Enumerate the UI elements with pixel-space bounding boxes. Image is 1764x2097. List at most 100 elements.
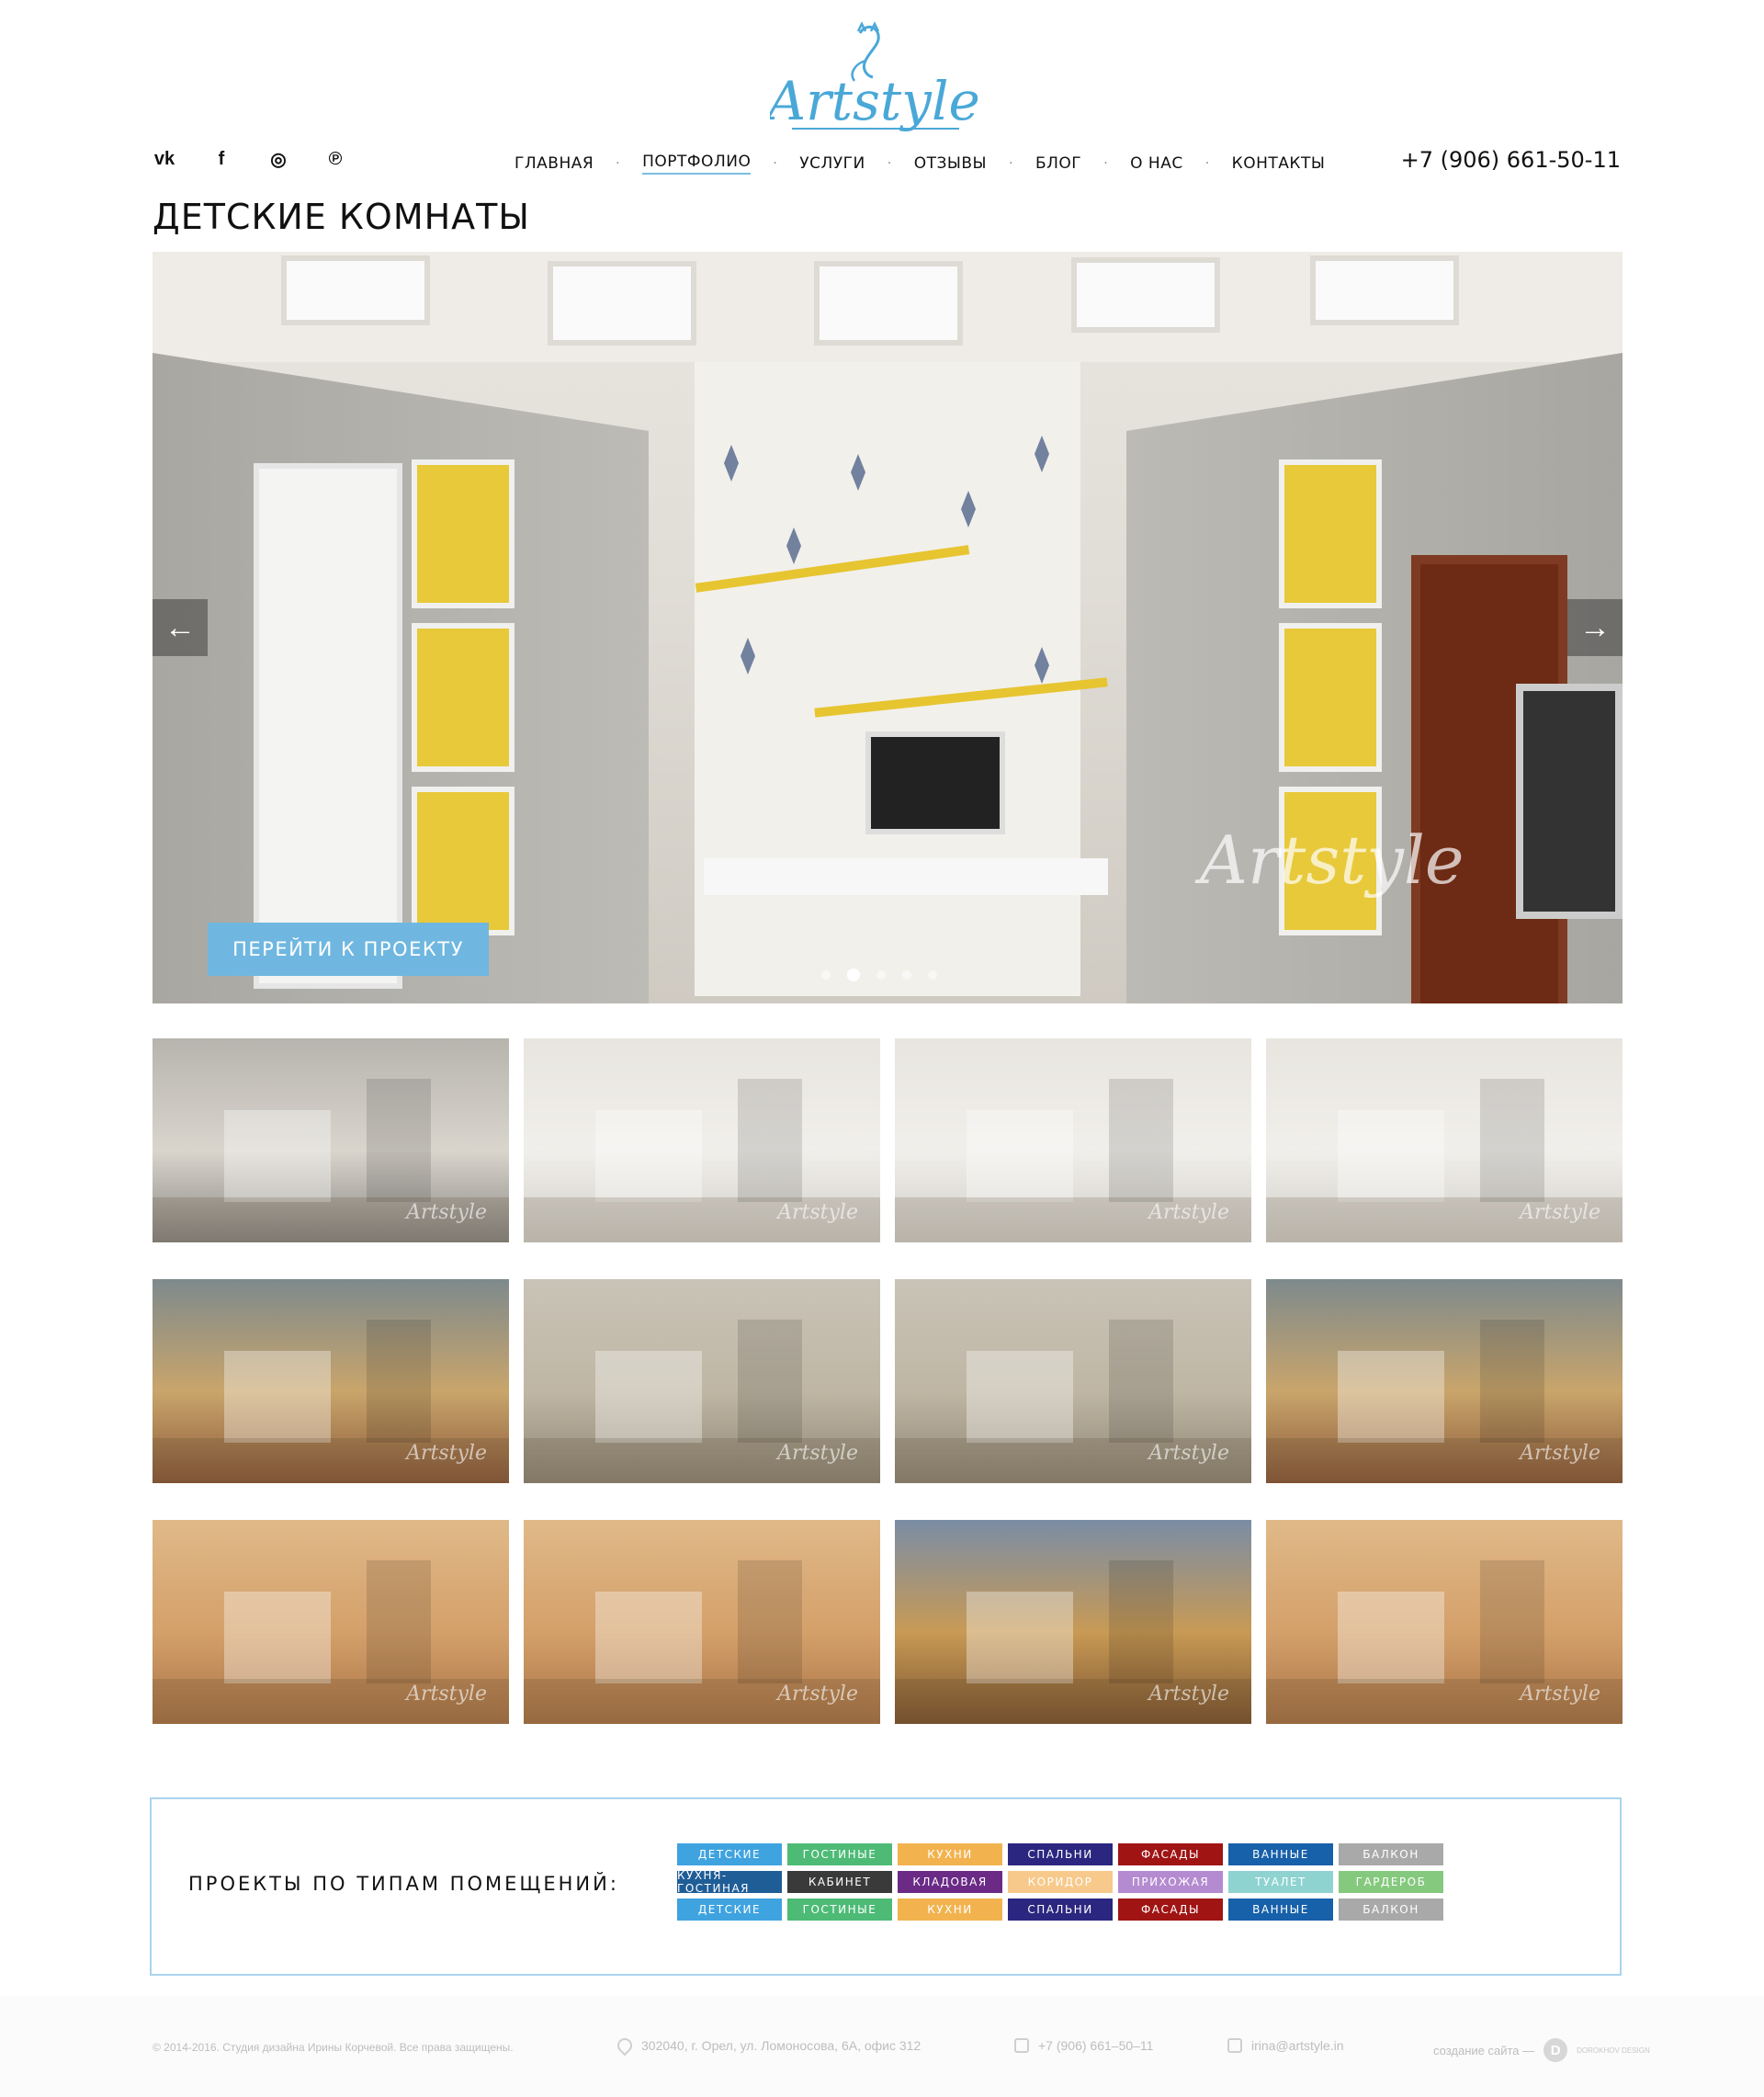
site-footer: © 2014-2016. Студия дизайна Ирины Корчев… [0,1996,1764,2097]
thumb-watermark: Artstyle [777,1442,858,1465]
slider-dot[interactable] [821,970,831,980]
nav-separator: · [1204,156,1210,171]
room-type-tag[interactable]: Кухни [898,1899,1002,1921]
header-phone[interactable]: +7 (906) 661-50-11 [1401,147,1621,173]
footer-address-text: 302040, г. Орел, ул. Ломоносова, 6А, офи… [641,2038,922,2053]
phone-icon [1014,2038,1029,2053]
nav-item-reviews[interactable]: Отзывы [914,154,987,173]
slide-monitor [865,731,1005,834]
ceiling-light [548,261,696,346]
cat-logo-icon: Artstyle [763,21,980,132]
footer-email[interactable]: irina@artstyle.in [1227,2038,1344,2053]
nav-item-about[interactable]: О нас [1130,154,1183,173]
vk-icon[interactable]: vk [153,147,176,171]
gallery-thumb[interactable]: Artstyle [1266,1038,1623,1242]
room-type-tag[interactable]: Гостиные [787,1843,892,1865]
site-logo[interactable]: Artstyle [763,20,980,138]
yellow-niche [412,787,514,935]
footer-address: 302040, г. Орел, ул. Ломоносова, 6А, офи… [614,2035,922,2057]
nav-separator: · [1103,156,1109,171]
thumb-watermark: Artstyle [1520,1201,1600,1224]
gallery-thumb[interactable]: Artstyle [153,1520,509,1724]
room-type-tag[interactable]: Детские [677,1899,782,1921]
room-type-tag[interactable]: Туалет [1228,1871,1333,1893]
room-type-tag[interactable]: Фасады [1118,1899,1223,1921]
nav-item-home[interactable]: Главная [514,154,594,173]
room-type-tag[interactable]: Прихожая [1118,1871,1223,1893]
social-links: vk f ◎ ℗ [153,147,347,171]
main-nav: Главная · Портфолио · Услуги · Отзывы · … [514,153,1325,175]
go-to-project-button[interactable]: ПЕРЕЙТИ К ПРОЕКТУ [208,923,489,976]
room-type-tag[interactable]: Спальни [1008,1843,1113,1865]
nav-separator: · [887,156,892,171]
dorokhov-logo-icon[interactable]: D [1544,2038,1568,2062]
room-type-tag[interactable]: Ванные [1228,1899,1333,1921]
pinterest-icon[interactable]: ℗ [323,147,347,171]
nav-item-contacts[interactable]: Контакты [1232,154,1326,173]
room-type-tag[interactable]: Кабинет [787,1871,892,1893]
gallery-thumb[interactable]: Artstyle [895,1279,1251,1483]
thumb-door [1479,1320,1544,1443]
gallery-thumb[interactable]: Artstyle [895,1520,1251,1724]
thumb-furniture [966,1591,1073,1683]
gallery-thumb[interactable]: Artstyle [1266,1279,1623,1483]
slider-next-button[interactable]: → [1567,599,1623,656]
slide-desk [704,858,1108,895]
footer-created-text: создание сайта — [1433,2043,1535,2057]
slider-dots [821,969,937,981]
room-type-tag[interactable]: Фасады [1118,1843,1223,1865]
room-type-tag[interactable]: Гостиные [787,1899,892,1921]
yellow-niche [1279,623,1382,772]
slider-dot[interactable] [876,970,886,980]
thumb-door [1108,1079,1173,1202]
slider-dot-active[interactable] [847,969,860,981]
thumb-watermark: Artstyle [777,1683,858,1706]
room-type-tag[interactable]: Балкон [1339,1899,1443,1921]
nav-separator: · [1009,156,1013,171]
gallery-thumb[interactable]: Artstyle [1266,1520,1623,1724]
gallery-thumb[interactable]: Artstyle [524,1520,880,1724]
slide-window [254,463,402,989]
room-type-tag[interactable]: Балкон [1339,1843,1443,1865]
slider-dot[interactable] [902,970,911,980]
yellow-niche [1279,459,1382,608]
gallery-thumb[interactable]: Artstyle [524,1279,880,1483]
thumb-watermark: Artstyle [1520,1442,1600,1465]
thumb-watermark: Artstyle [1520,1683,1600,1706]
project-slider: Artstyle ← → ПЕРЕЙТИ К ПРОЕКТУ [153,252,1623,1003]
room-type-tag[interactable]: Кладовая [898,1871,1002,1893]
slider-prev-button[interactable]: ← [153,599,208,656]
room-type-tag[interactable]: Кухня-гостиная [677,1869,782,1895]
thumb-watermark: Artstyle [406,1442,487,1465]
slide-tv [1516,684,1623,919]
nav-item-services[interactable]: Услуги [799,154,865,173]
nav-item-portfolio[interactable]: Портфолио [642,153,752,175]
studio-name: DOROKHOV DESIGN [1577,2046,1650,2055]
nav-item-blog[interactable]: Блог [1035,154,1081,173]
nav-separator: · [773,156,778,171]
gallery-thumb[interactable]: Artstyle [153,1038,509,1242]
room-type-tag[interactable]: Спальни [1008,1899,1113,1921]
wallpaper-panel [695,362,1080,996]
ceiling-light [281,255,430,325]
slider-dot[interactable] [928,970,937,980]
room-type-tag[interactable]: Коридор [1008,1871,1113,1893]
thumb-watermark: Artstyle [777,1201,858,1224]
footer-phone-text[interactable]: +7 (906) 661–50–11 [1038,2038,1153,2053]
footer-phone[interactable]: +7 (906) 661–50–11 [1014,2038,1153,2053]
footer-credits[interactable]: создание сайта — D DOROKHOV DESIGN [1433,2038,1650,2062]
room-type-tag[interactable]: Гардероб [1339,1871,1443,1893]
gallery-thumb[interactable]: Artstyle [524,1038,880,1242]
facebook-icon[interactable]: f [209,147,233,171]
footer-email-text[interactable]: irina@artstyle.in [1251,2038,1344,2053]
room-type-tag[interactable]: Кухни [898,1843,1002,1865]
room-type-tag[interactable]: Детские [677,1843,782,1865]
thumb-door [366,1560,431,1683]
thumb-furniture [966,1109,1073,1202]
gallery-thumb[interactable]: Artstyle [153,1279,509,1483]
gallery-thumb[interactable]: Artstyle [895,1038,1251,1242]
instagram-icon[interactable]: ◎ [266,147,290,171]
room-type-tag[interactable]: Ванные [1228,1843,1333,1865]
thumb-door [1108,1320,1173,1443]
thumb-furniture [594,1350,702,1443]
